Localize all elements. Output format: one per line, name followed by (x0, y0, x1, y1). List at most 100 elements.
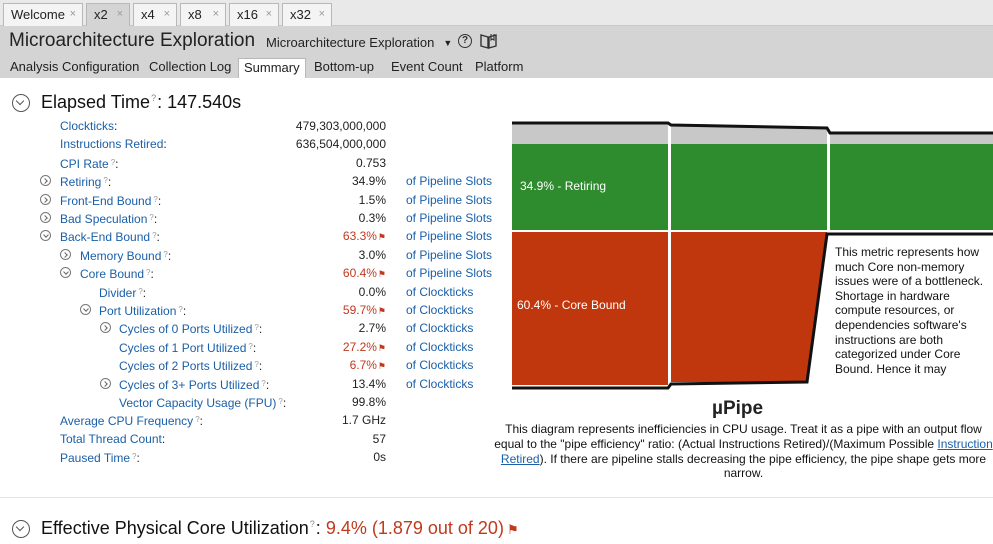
metric-label[interactable]: Instructions Retired: (60, 135, 167, 153)
metric-row[interactable]: Cycles of 3+ Ports Utilized?: 13.4% of Clo… (0, 375, 500, 393)
metric-value: 60.4%⚑ (343, 264, 386, 283)
expand-chevron-icon[interactable] (40, 194, 51, 205)
help-icon[interactable]: ? (151, 93, 156, 103)
metric-value: 1.7 GHz (342, 411, 386, 429)
metric-value: 636,504,000,000 (296, 135, 386, 153)
close-icon[interactable]: × (164, 4, 170, 25)
metric-label[interactable]: Retiring?: (60, 172, 111, 191)
effective-utilization-collapse-icon[interactable] (12, 520, 30, 538)
view-selector-dropdown[interactable]: Microarchitecture Exploration ▼ (266, 35, 452, 50)
metric-tooltip: This metric represents how much Core non… (835, 245, 993, 377)
metric-row[interactable]: Core Bound?: 60.4%⚑ of Pipeline Slots (0, 264, 500, 282)
tab-platform[interactable]: Platform (470, 58, 528, 78)
metric-label[interactable]: Divider?: (99, 283, 146, 302)
collapse-chevron-icon[interactable] (60, 267, 71, 278)
metric-label-text: Memory Bound (80, 249, 162, 263)
tab-bottom-up[interactable]: Bottom-up (309, 58, 379, 78)
close-icon[interactable]: × (213, 4, 219, 25)
tab-summary[interactable]: Summary (238, 58, 306, 78)
page-title: Microarchitecture Exploration (9, 30, 256, 51)
metric-label[interactable]: Vector Capacity Usage (FPU)?: (119, 393, 286, 412)
close-icon[interactable]: × (70, 4, 76, 25)
document-tab[interactable]: x32 × (282, 3, 332, 26)
metric-label[interactable]: Cycles of 2 Ports Utilized?: (119, 356, 262, 375)
expand-chevron-icon[interactable] (40, 175, 51, 186)
elapsed-time-label: Elapsed Time (41, 92, 151, 112)
metric-row[interactable]: Retiring?: 34.9% of Pipeline Slots (0, 172, 500, 190)
flag-icon: ⚑ (377, 269, 386, 279)
metric-value-text: 1.5% (358, 193, 386, 207)
metric-label[interactable]: Port Utilization?: (99, 301, 186, 320)
metric-label-text: Cycles of 3+ Ports Utilized (119, 378, 260, 392)
book-icon[interactable] (480, 33, 497, 49)
metric-row: Paused Time?: 0s (0, 448, 500, 466)
metric-unit: of Clockticks (406, 377, 474, 391)
metric-unit: of Clockticks (406, 321, 474, 335)
metric-label-text: Paused Time (60, 451, 131, 465)
close-icon[interactable]: × (319, 4, 325, 25)
document-tab[interactable]: x2 × (86, 3, 130, 26)
help-icon[interactable]: ? (458, 34, 472, 48)
metric-label[interactable]: Cycles of 3+ Ports Utilized?: (119, 375, 269, 394)
pipe-header-segment-1 (512, 122, 668, 144)
metric-row[interactable]: Cycles of 0 Ports Utilized?: 2.7% of Clock… (0, 319, 500, 337)
metric-row: Clockticks: 479,303,000,000 (0, 117, 500, 135)
metric-label[interactable]: Front-End Bound?: (60, 191, 161, 210)
document-tab[interactable]: x16 × (229, 3, 279, 26)
metric-label[interactable]: Back-End Bound?: (60, 227, 160, 246)
effective-utilization-label: Effective Physical Core Utilization (41, 518, 309, 538)
metric-label[interactable]: Cycles of 1 Port Utilized?: (119, 338, 256, 357)
metric-row[interactable]: Memory Bound?: 3.0% of Pipeline Slots (0, 246, 500, 264)
metric-row: Cycles of 1 Port Utilized?: 27.2%⚑ of Cloc… (0, 338, 500, 356)
document-tab[interactable]: x4 × (133, 3, 177, 26)
metric-label-text: Cycles of 2 Ports Utilized (119, 359, 253, 373)
metric-label[interactable]: Average CPU Frequency?: (60, 411, 203, 430)
metric-label[interactable]: CPI Rate?: (60, 154, 118, 173)
upipe-description-text-end: ). If there are pipeline stalls decreasi… (539, 451, 987, 481)
metric-label-colon: : (115, 157, 119, 171)
expand-chevron-icon[interactable] (60, 249, 71, 260)
metric-label[interactable]: Cycles of 0 Ports Utilized?: (119, 319, 262, 338)
metric-row: Total Thread Count: 57 (0, 430, 500, 448)
help-icon[interactable]: ? (310, 519, 315, 529)
metric-label[interactable]: Memory Bound?: (80, 246, 171, 265)
metric-value-text: 0.3% (358, 211, 386, 225)
tab-collection-log[interactable]: Collection Log (144, 58, 236, 78)
metric-label[interactable]: Bad Speculation?: (60, 209, 157, 228)
close-icon[interactable]: × (266, 4, 272, 25)
tab-analysis-configuration[interactable]: Analysis Configuration (5, 58, 144, 78)
metric-row[interactable]: Front-End Bound?: 1.5% of Pipeline Slots (0, 191, 500, 209)
effective-utilization-value: 9.4% (1.879 out of 20) (325, 518, 504, 538)
upipe-description: This diagram represents inefficiencies i… (494, 422, 993, 481)
collapse-chevron-icon[interactable] (80, 304, 91, 315)
metric-row: Cycles of 2 Ports Utilized?: 6.7%⚑ of Cloc… (0, 356, 500, 374)
document-tab-label: x2 (94, 7, 108, 22)
metric-label-colon: : (150, 267, 154, 281)
metric-label-text: Core Bound (80, 267, 145, 281)
metric-label-text: Divider (99, 286, 137, 300)
document-tab[interactable]: x8 × (180, 3, 226, 26)
metric-label[interactable]: Paused Time?: (60, 448, 140, 467)
metric-value-text: 27.2% (342, 340, 377, 354)
metric-value: 57 (373, 430, 386, 448)
elapsed-time-collapse-icon[interactable] (12, 94, 30, 112)
metric-row[interactable]: Port Utilization?: 59.7%⚑ of Clockticks (0, 301, 500, 319)
metric-label[interactable]: Core Bound?: (80, 264, 154, 283)
metric-value-text: 1.7 GHz (341, 413, 386, 427)
document-tab[interactable]: Welcome × (3, 3, 83, 26)
metric-row[interactable]: Bad Speculation?: 0.3% of Pipeline Slots (0, 209, 500, 227)
metric-label-text: Bad Speculation (60, 212, 148, 226)
metric-value-text: 3.0% (358, 248, 386, 262)
metric-value-text: 0s (373, 450, 386, 464)
tab-event-count[interactable]: Event Count (386, 58, 468, 78)
metric-label[interactable]: Total Thread Count: (60, 430, 165, 448)
metric-value-text: 6.7% (349, 358, 377, 372)
expand-chevron-icon[interactable] (40, 212, 51, 223)
collapse-chevron-icon[interactable] (40, 230, 51, 241)
expand-chevron-icon[interactable] (100, 378, 111, 389)
metric-label[interactable]: Clockticks: (60, 117, 117, 135)
metric-value-text: 57 (372, 432, 386, 446)
expand-chevron-icon[interactable] (100, 322, 111, 333)
close-icon[interactable]: × (117, 4, 123, 25)
metric-row[interactable]: Back-End Bound?: 63.3%⚑ of Pipeline Slots (0, 227, 500, 245)
